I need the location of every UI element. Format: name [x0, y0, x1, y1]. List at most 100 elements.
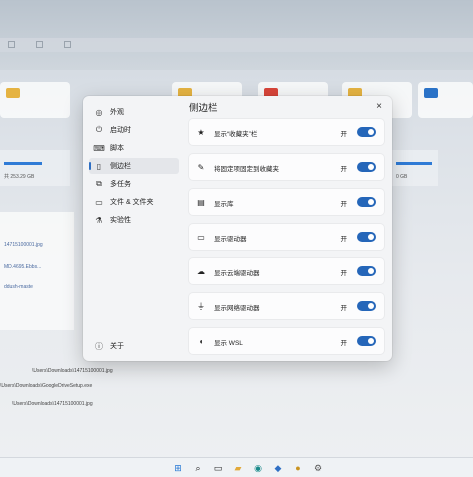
setting-row-library: ▤ 显示库 开	[189, 189, 384, 215]
toggle-knob	[368, 164, 374, 170]
folder-tile	[0, 82, 70, 118]
toggle-state: 开	[340, 131, 348, 138]
dialog-title: 侧边栏	[189, 103, 218, 114]
app-icon[interactable]: ◆	[272, 462, 284, 474]
power-icon: ⏻	[95, 125, 103, 134]
toggle-state: 开	[340, 236, 348, 243]
toggle-state: 开	[340, 201, 348, 208]
setting-row-cloud-drives: ☁ 显示云端驱动器 开	[189, 258, 384, 284]
cloud-icon: ☁	[197, 266, 205, 276]
settings-icon[interactable]: ⚙	[312, 462, 324, 474]
nav-item-label: 关于	[110, 343, 124, 350]
folder-icon: ▭	[95, 197, 103, 207]
setting-label: 显示网络驱动器	[214, 305, 260, 312]
drive-caption: 共 253.29 GB	[4, 174, 35, 180]
folder-icon	[424, 88, 438, 98]
file-name: ddush-maste	[4, 284, 33, 290]
nav-item-appearance[interactable]: ◎ 外观	[89, 104, 179, 120]
toggle-state: 开	[340, 305, 348, 312]
recent-files-list: \Users\Downloads\14715100001.jpg \Users\…	[0, 368, 473, 408]
palette-icon: ◎	[95, 107, 103, 117]
toolbar-square-icon	[36, 41, 43, 48]
toggle-knob	[368, 129, 374, 135]
task-view-icon[interactable]: ▭	[212, 462, 224, 474]
setting-row-drives: ▭ 显示驱动器 开	[189, 224, 384, 250]
toolbar-blurred	[0, 38, 473, 52]
toolbar-square-icon	[64, 41, 71, 48]
star-icon: ★	[197, 127, 205, 137]
library-icon: ▤	[197, 197, 205, 207]
toggle-switch[interactable]	[357, 232, 376, 242]
toggle-knob	[368, 338, 374, 344]
selection-indicator	[89, 162, 91, 170]
setting-row-pin-to-favorites: ✎ 将固定项固定到收藏夹 开	[189, 154, 384, 180]
nav-item-label: 脚本	[110, 145, 124, 152]
sidebar-icon: ▯	[96, 161, 102, 171]
nav-item-multitasking[interactable]: ⧉ 多任务	[89, 176, 179, 192]
setting-label: 显示驱动器	[214, 236, 247, 243]
drive-icon: ▭	[197, 232, 205, 242]
folder-icon	[6, 88, 20, 98]
setting-label: 显示云端驱动器	[214, 270, 260, 277]
multitask-icon: ⧉	[96, 179, 102, 188]
settings-nav: ◎ 外观 ⏻ 启动时 ⌨ 脚本 ▯ 侧边栏 ⧉ 多任务 ▭ 文件 & 文件夹 ⚗…	[89, 104, 181, 354]
setting-label: 将固定项固定到收藏夹	[214, 166, 279, 173]
file-name: MD.4695.Ebbs...	[4, 264, 42, 270]
drive-tile: 0 GB	[392, 150, 438, 186]
file-name: 14715100001.jpg	[4, 242, 43, 248]
setting-label: 显示 WSL	[214, 340, 243, 347]
toggle-switch[interactable]	[357, 336, 376, 346]
toggle-switch[interactable]	[357, 266, 376, 276]
nav-item-label: 多任务	[110, 181, 131, 188]
recent-file-path: \Users\Downloads\14715100001.jpg	[32, 368, 113, 374]
setting-row-wsl: ◖ 显示 WSL 开	[189, 328, 384, 354]
script-icon: ⌨	[93, 143, 105, 153]
nav-item-files-folders[interactable]: ▭ 文件 & 文件夹	[89, 194, 179, 210]
nav-item-label: 启动时	[110, 127, 131, 134]
drive-usage-bar	[396, 162, 432, 165]
toggle-knob	[368, 268, 374, 274]
setting-label: 显示库	[214, 201, 234, 208]
nav-item-experimental[interactable]: ⚗ 实验性	[89, 212, 179, 228]
toggle-knob	[368, 234, 374, 240]
toggle-knob	[368, 303, 374, 309]
window-titlebar-blurred	[0, 0, 473, 70]
app-icon[interactable]: ●	[292, 462, 304, 474]
close-button[interactable]: ×	[373, 101, 385, 113]
wsl-icon: ◖	[198, 336, 204, 346]
toggle-switch[interactable]	[357, 127, 376, 137]
start-icon[interactable]: ⊞	[172, 462, 184, 474]
recent-file-path: \Users\Downloads\GoogleDriveSetup.exe	[0, 383, 93, 389]
toggle-switch[interactable]	[357, 162, 376, 172]
toggle-knob	[368, 199, 374, 205]
nav-item-sidebar[interactable]: ▯ 侧边栏	[89, 158, 179, 174]
toggle-switch[interactable]	[357, 301, 376, 311]
nav-item-label: 实验性	[110, 217, 131, 224]
edge-icon[interactable]: ◉	[252, 462, 264, 474]
network-drive-icon: ⏚	[197, 301, 205, 311]
flask-icon: ⚗	[95, 215, 103, 225]
close-icon: ×	[376, 101, 382, 112]
settings-dialog: ◎ 外观 ⏻ 启动时 ⌨ 脚本 ▯ 侧边栏 ⧉ 多任务 ▭ 文件 & 文件夹 ⚗…	[83, 96, 392, 361]
nav-item-label: 文件 & 文件夹	[110, 199, 154, 206]
file-preview-panel: 14715100001.jpg MD.4695.Ebbs... ddush-ma…	[0, 212, 74, 330]
nav-item-label: 侧边栏	[110, 163, 131, 170]
drive-caption: 0 GB	[396, 174, 408, 180]
nav-item-startup[interactable]: ⏻ 启动时	[89, 122, 179, 138]
toggle-state: 开	[340, 270, 348, 277]
nav-item-scripts[interactable]: ⌨ 脚本	[89, 140, 179, 156]
nav-item-label: 外观	[110, 109, 124, 116]
folder-tile	[418, 82, 473, 118]
drive-tile: 共 253.29 GB	[0, 150, 70, 186]
toggle-state: 开	[340, 166, 348, 173]
setting-label: 显示“收藏夹”栏	[214, 131, 258, 138]
nav-item-about[interactable]: ⓘ 关于	[89, 338, 179, 354]
taskbar: ⊞ ⌕ ▭ ▰ ◉ ◆ ● ⚙	[0, 457, 473, 477]
toggle-switch[interactable]	[357, 197, 376, 207]
toggle-state: 开	[340, 340, 348, 347]
pin-icon: ✎	[197, 162, 205, 172]
file-explorer-icon[interactable]: ▰	[232, 462, 244, 474]
setting-row-favorites-bar: ★ 显示“收藏夹”栏 开	[189, 119, 384, 145]
info-icon: ⓘ	[95, 341, 103, 351]
search-icon[interactable]: ⌕	[192, 462, 204, 474]
